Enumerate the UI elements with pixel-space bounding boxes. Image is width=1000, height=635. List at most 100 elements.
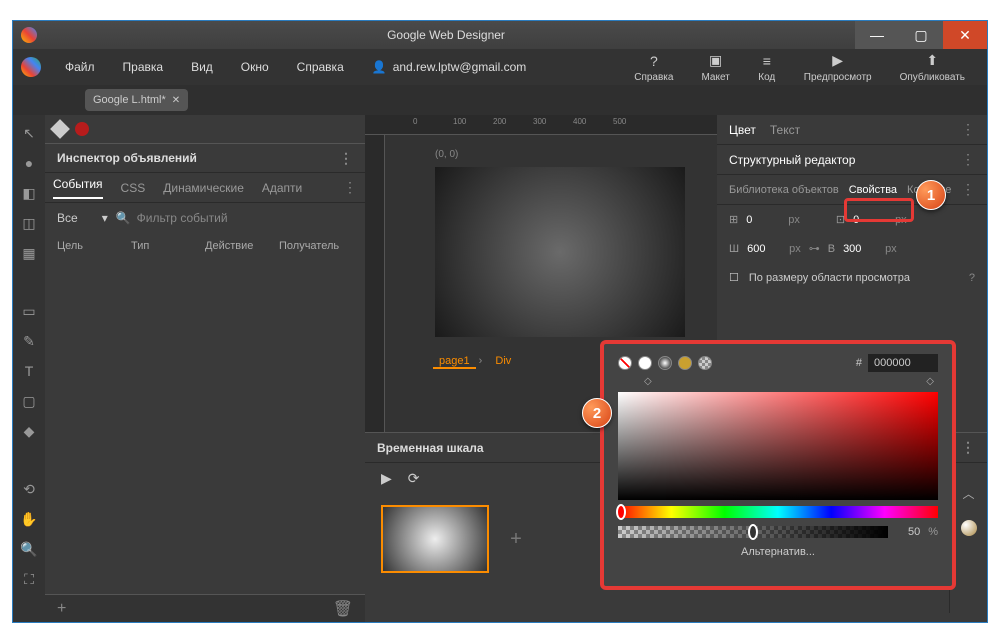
pos-x-value[interactable]: 0 xyxy=(746,214,780,226)
inspector-header: Инспектор объявлений ⋮ xyxy=(45,143,365,173)
pen-tool[interactable]: ✎ xyxy=(19,331,39,351)
help-button[interactable]: ?Справка xyxy=(620,52,687,83)
loop-button[interactable]: ⟳ xyxy=(408,470,420,487)
close-button[interactable]: ✕ xyxy=(943,21,987,49)
cube-tool[interactable]: ◫ xyxy=(19,213,39,233)
event-headers: Цель Тип Действие Получатель xyxy=(45,233,365,259)
breadcrumb-elem[interactable]: Div xyxy=(491,355,515,367)
gradient-swatch[interactable] xyxy=(961,520,977,536)
layout-icon: ▣ xyxy=(707,52,725,70)
tab-color[interactable]: Цвет xyxy=(729,123,756,137)
tab-events[interactable]: События xyxy=(53,177,103,199)
menu-window[interactable]: Окно xyxy=(229,60,281,74)
stage-element[interactable] xyxy=(435,167,685,337)
user-email[interactable]: 👤 and.rew.lptw@gmail.com xyxy=(372,60,527,74)
menu-view[interactable]: Вид xyxy=(179,60,225,74)
publish-button[interactable]: ⬆Опубликовать xyxy=(886,52,979,83)
stack-tool[interactable]: ▦ xyxy=(19,243,39,263)
hue-handle[interactable] xyxy=(616,504,626,520)
hand-tool[interactable]: ✋ xyxy=(19,509,39,529)
swatch-white[interactable] xyxy=(638,356,652,370)
app-icon xyxy=(21,27,37,43)
swatch-gold[interactable] xyxy=(678,356,692,370)
trash-icon[interactable]: 🗑 xyxy=(333,599,353,619)
3d-tool[interactable]: ◧ xyxy=(19,183,39,203)
help-icon[interactable]: ? xyxy=(969,272,975,284)
tab-adaptive[interactable]: Адапти xyxy=(262,181,302,195)
tab-properties[interactable]: Свойства xyxy=(849,184,897,196)
tab-css[interactable]: CSS xyxy=(121,181,146,195)
more-icon[interactable]: ⋮ xyxy=(961,121,975,138)
more-icon[interactable]: ⋮ xyxy=(961,439,975,456)
structure-label: Структурный редактор xyxy=(729,153,855,167)
events-footer: + 🗑 xyxy=(45,594,365,622)
add-event-button[interactable]: + xyxy=(57,600,66,618)
shape-tool[interactable]: ● xyxy=(19,153,39,173)
person-icon: 👤 xyxy=(372,60,387,74)
left-panel: Инспектор объявлений ⋮ События CSS Динам… xyxy=(45,115,365,622)
alpha-value[interactable]: 50 xyxy=(896,526,920,538)
alpha-slider[interactable] xyxy=(618,526,888,538)
expand-tool[interactable]: ⛶ xyxy=(19,569,39,589)
code-button[interactable]: ≡Код xyxy=(744,52,790,83)
logo-icon xyxy=(21,57,41,77)
menu-help[interactable]: Справка xyxy=(285,60,356,74)
search-icon: 🔍 xyxy=(116,211,131,225)
height-value[interactable]: 300 xyxy=(843,243,877,255)
color-field[interactable] xyxy=(618,392,938,500)
layout-button[interactable]: ▣Макет xyxy=(687,52,743,83)
more-icon[interactable]: ⋮ xyxy=(961,151,975,168)
hex-input[interactable] xyxy=(868,354,938,372)
menu-file[interactable]: Файл xyxy=(53,60,107,74)
tool-sidebar: ↖ ● ◧ ◫ ▦ ▭ ✎ T ▢ ◆ ⟲ ✋ 🔍 ⛶ xyxy=(13,115,45,622)
maximize-button[interactable]: ▢ xyxy=(899,21,943,49)
help-icon: ? xyxy=(645,52,663,70)
hex-prefix: # xyxy=(856,357,862,369)
filter-input[interactable]: 🔍 Фильтр событий xyxy=(116,211,353,225)
link-icon[interactable]: ⊶ xyxy=(809,242,820,255)
filter-select[interactable]: Все ▾ xyxy=(57,211,108,225)
more-icon[interactable]: ⋮ xyxy=(343,179,357,196)
more-icon[interactable]: ⋮ xyxy=(961,181,975,198)
add-keyframe-button[interactable]: + xyxy=(501,524,531,554)
hue-slider[interactable] xyxy=(618,506,938,518)
tab-library[interactable]: Библиотека объектов xyxy=(729,184,839,196)
swatch-black[interactable] xyxy=(658,356,672,370)
code-icon: ≡ xyxy=(758,52,776,70)
chevron-down-icon: ▾ xyxy=(102,211,108,225)
breadcrumb-page[interactable]: page1 xyxy=(433,355,476,369)
width-value[interactable]: 600 xyxy=(747,243,781,255)
chevron-up-icon[interactable]: ︿ xyxy=(962,485,974,502)
keyframe-thumb[interactable] xyxy=(381,505,489,573)
alt-colors-button[interactable]: Альтернатив... xyxy=(618,546,938,558)
tabbar: Google L.html* ✕ xyxy=(13,85,987,115)
zoom-tool[interactable]: 🔍 xyxy=(19,539,39,559)
preview-button[interactable]: ▶Предпросмотр xyxy=(790,52,886,83)
tab-dynamic[interactable]: Динамические xyxy=(163,181,244,195)
document-tab[interactable]: Google L.html* ✕ xyxy=(85,89,188,111)
select-tool[interactable]: ↖ xyxy=(19,123,39,143)
menu-edit[interactable]: Правка xyxy=(111,60,176,74)
tab-close-icon[interactable]: ✕ xyxy=(172,95,180,106)
gradient-stop-left[interactable]: ◇ xyxy=(644,376,652,390)
eyedropper-icon[interactable] xyxy=(50,119,70,139)
fill-tool[interactable]: ◆ xyxy=(19,421,39,441)
swatch-checker[interactable] xyxy=(698,356,712,370)
gradient-stop-right[interactable]: ◇ xyxy=(926,376,934,390)
play-button[interactable]: ▶ xyxy=(381,470,392,487)
viewport-checkbox[interactable]: ☐ По размеру области просмотра ? xyxy=(717,263,987,292)
alpha-handle[interactable] xyxy=(748,524,758,540)
minimize-button[interactable]: — xyxy=(855,21,899,49)
preview-icon: ▶ xyxy=(829,52,847,70)
tag-tool[interactable]: ▭ xyxy=(19,301,39,321)
swatch-none[interactable] xyxy=(618,356,632,370)
color-picker-panel: # ◇ ◇ 50 % Альтернатив... xyxy=(600,340,956,590)
size-row: Ш 600 px ⊶ В 300 px xyxy=(717,234,987,263)
more-icon[interactable]: ⋮ xyxy=(339,150,353,167)
rect-tool[interactable]: ▢ xyxy=(19,391,39,411)
text-tool[interactable]: T xyxy=(19,361,39,381)
rotate-tool[interactable]: ⟲ xyxy=(19,479,39,499)
tab-text[interactable]: Текст xyxy=(770,123,800,137)
color-swatch[interactable] xyxy=(75,122,89,136)
breadcrumb: page1 › Div xyxy=(433,355,515,367)
